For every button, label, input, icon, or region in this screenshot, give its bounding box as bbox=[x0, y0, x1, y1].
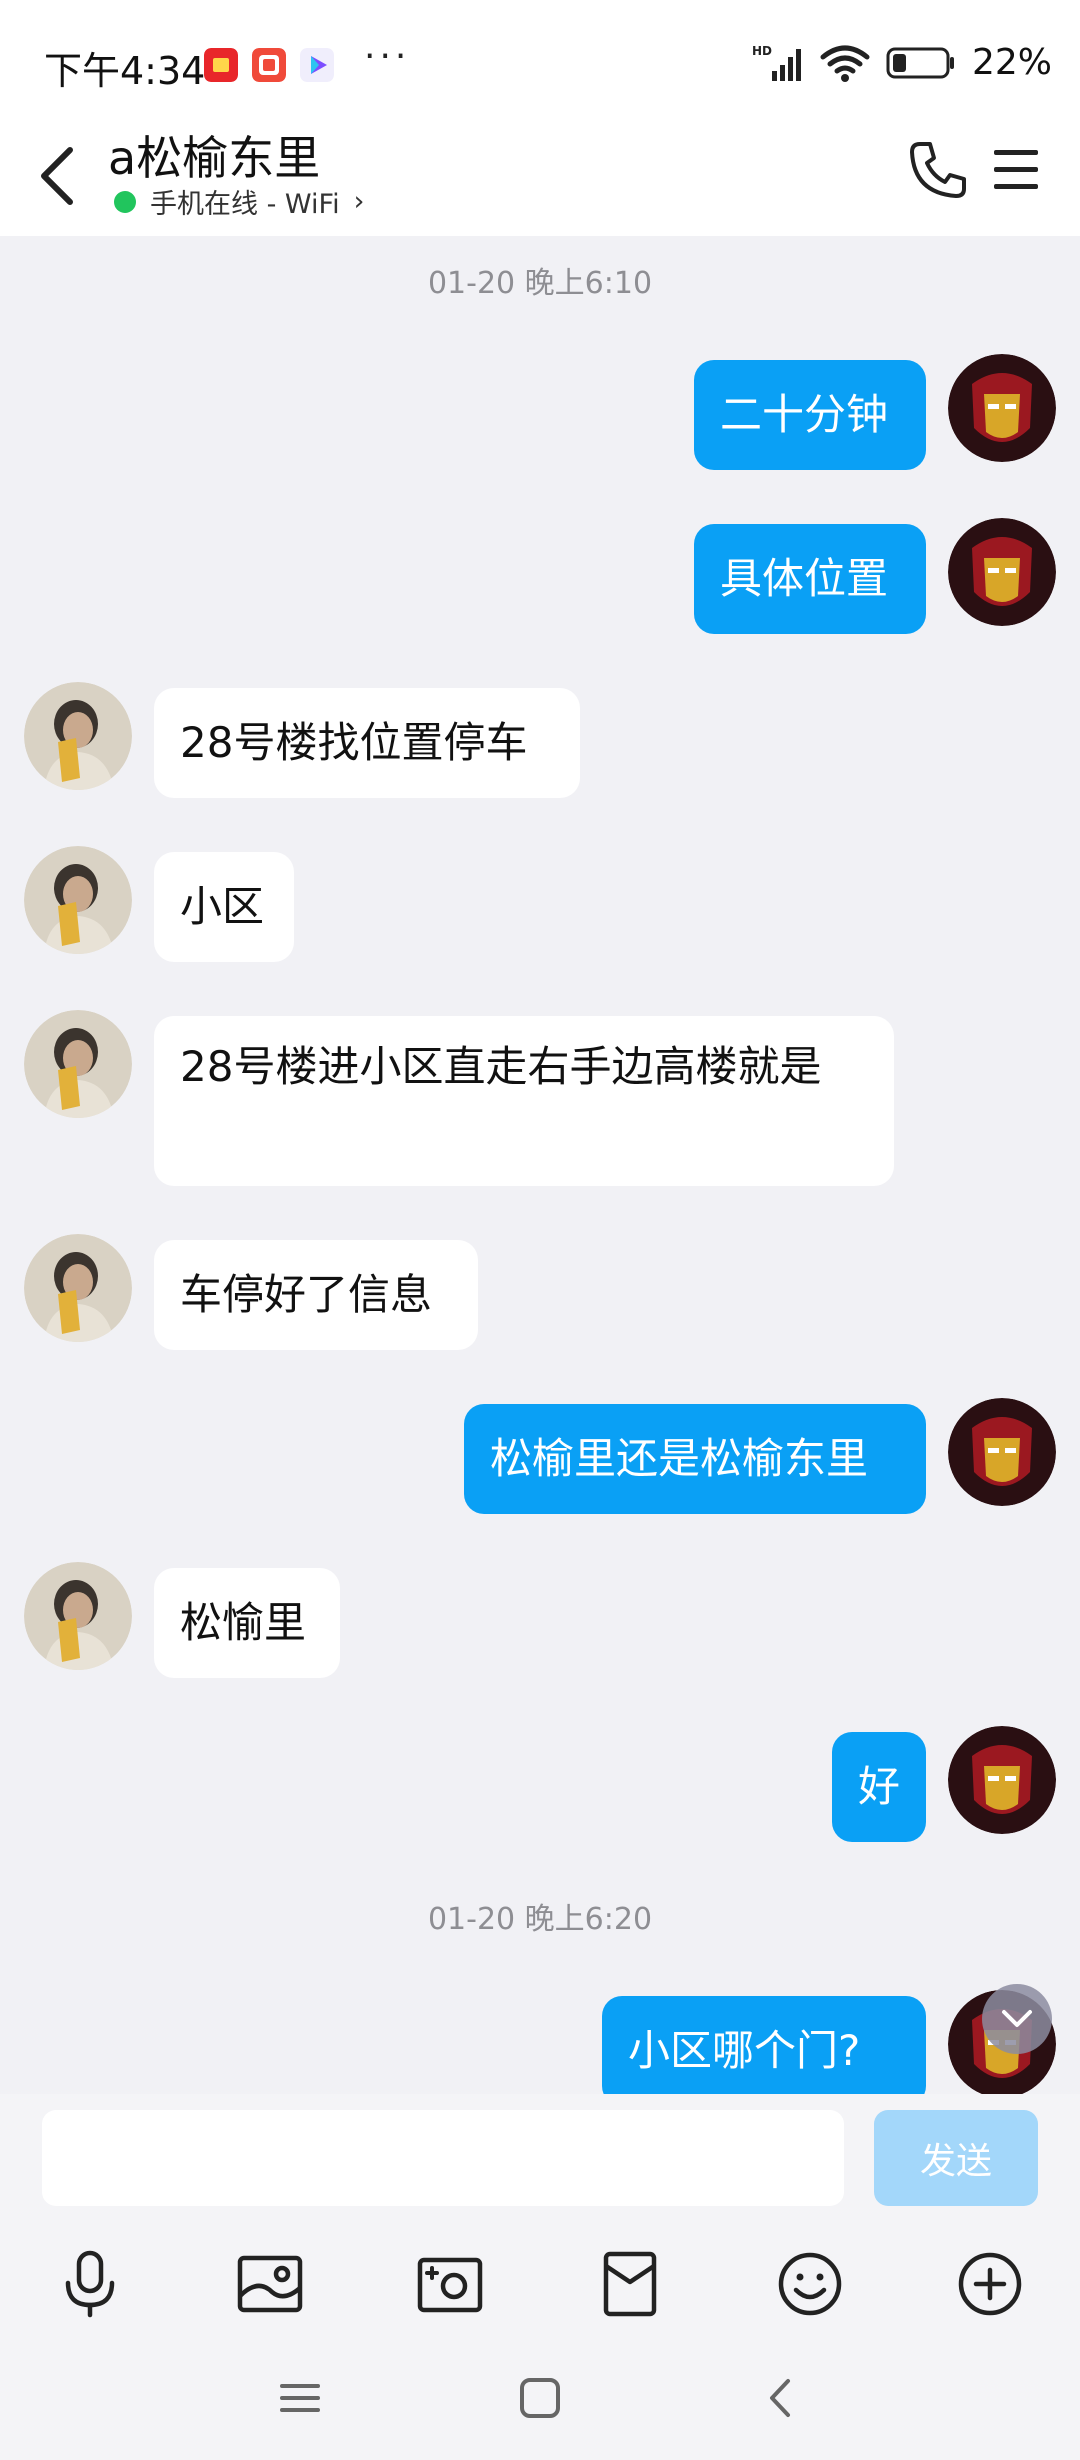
square-home-icon bbox=[520, 2378, 560, 2418]
incoming-message-bubble[interactable]: 小区 bbox=[154, 852, 294, 962]
status-time: 下午4:34 bbox=[44, 49, 206, 93]
home-button[interactable] bbox=[505, 2368, 575, 2428]
status-bar: 下午4:34 ··· HD 22% bbox=[0, 0, 1080, 118]
incoming-message-bubble[interactable]: 28号楼找位置停车 bbox=[154, 688, 580, 798]
microphone-icon bbox=[65, 2250, 115, 2318]
emoji-icon bbox=[778, 2252, 842, 2316]
outgoing-message-bubble[interactable]: 松榆里还是松榆东里 bbox=[464, 1404, 926, 1514]
person-avatar-icon bbox=[24, 1234, 132, 1342]
online-status[interactable]: 手机在线 - WiFi › bbox=[114, 182, 364, 221]
iron-man-avatar-icon bbox=[948, 1398, 1056, 1506]
video-app-icon bbox=[300, 48, 334, 82]
plus-icon bbox=[958, 2252, 1022, 2316]
emoji-button[interactable] bbox=[770, 2244, 850, 2324]
send-button[interactable]: 发送 bbox=[874, 2110, 1038, 2206]
person-avatar-icon bbox=[24, 1562, 132, 1670]
signal-icon: HD bbox=[752, 44, 801, 81]
voice-button[interactable] bbox=[50, 2244, 130, 2324]
iron-man-avatar-icon bbox=[948, 354, 1056, 462]
back-arrow-icon[interactable] bbox=[30, 136, 86, 216]
my-avatar[interactable] bbox=[948, 518, 1056, 626]
more-notifications-icon: ··· bbox=[364, 36, 411, 77]
person-avatar-icon bbox=[24, 682, 132, 790]
recent-apps-button[interactable] bbox=[265, 2368, 335, 2428]
contact-avatar[interactable] bbox=[24, 846, 132, 954]
outgoing-message-bubble[interactable]: 二十分钟 bbox=[694, 360, 926, 470]
phone-call-icon[interactable] bbox=[906, 138, 970, 202]
online-dot-icon bbox=[114, 190, 136, 213]
red-envelope-app-icon bbox=[204, 48, 238, 82]
red-packet-button[interactable] bbox=[590, 2244, 670, 2324]
contact-name[interactable]: a松榆东里 bbox=[108, 122, 320, 188]
outgoing-message-bubble[interactable]: 好 bbox=[832, 1732, 926, 1842]
camera-button[interactable] bbox=[410, 2244, 490, 2324]
my-avatar[interactable] bbox=[948, 354, 1056, 462]
photo-album-button[interactable] bbox=[230, 2244, 310, 2324]
message-composer: 发送 bbox=[0, 2094, 1080, 2338]
message-list[interactable]: 01-20 晚上6:10 二十分钟 具体位置 28号楼找位置停车 小区 28号楼… bbox=[0, 236, 1080, 2094]
message-timestamp: 01-20 晚上6:10 bbox=[427, 266, 653, 301]
scroll-to-bottom-button[interactable] bbox=[982, 1984, 1052, 2054]
message-input[interactable] bbox=[42, 2110, 844, 2206]
chevron-right-icon: › bbox=[353, 186, 365, 217]
contact-avatar[interactable] bbox=[24, 682, 132, 790]
battery-percent: 22% bbox=[971, 42, 1052, 83]
person-avatar-icon bbox=[24, 846, 132, 954]
taobao-app-icon bbox=[252, 48, 286, 82]
person-avatar-icon bbox=[24, 1010, 132, 1118]
incoming-message-bubble[interactable]: 松愉里 bbox=[154, 1568, 340, 1678]
message-timestamp: 01-20 晚上6:20 bbox=[427, 1902, 653, 1937]
red-packet-icon bbox=[603, 2251, 657, 2317]
more-functions-button[interactable] bbox=[950, 2244, 1030, 2324]
notification-icons bbox=[204, 48, 334, 82]
system-navigation-bar bbox=[0, 2338, 1080, 2460]
system-back-button[interactable] bbox=[745, 2368, 815, 2428]
outgoing-message-bubble[interactable]: 小区哪个门? bbox=[602, 1996, 926, 2094]
incoming-message-bubble[interactable]: 28号楼进小区直走右手边高楼就是 bbox=[154, 1016, 894, 1186]
battery-icon bbox=[886, 47, 954, 78]
menu-icon[interactable] bbox=[990, 142, 1042, 198]
contact-avatar[interactable] bbox=[24, 1234, 132, 1342]
status-right: HD 22% bbox=[752, 42, 1052, 83]
wifi-icon bbox=[820, 45, 870, 82]
online-status-text: 手机在线 - WiFi bbox=[150, 189, 340, 220]
incoming-message-bubble[interactable]: 车停好了信息 bbox=[154, 1240, 478, 1350]
contact-avatar[interactable] bbox=[24, 1562, 132, 1670]
chevron-down-icon bbox=[1002, 2010, 1032, 2027]
chat-header: a松榆东里 手机在线 - WiFi › bbox=[0, 118, 1080, 236]
iron-man-avatar-icon bbox=[948, 1726, 1056, 1834]
iron-man-avatar-icon bbox=[948, 518, 1056, 626]
my-avatar[interactable] bbox=[948, 1726, 1056, 1834]
menu-lines-icon bbox=[280, 2384, 320, 2412]
camera-icon bbox=[417, 2257, 483, 2313]
my-avatar[interactable] bbox=[948, 1398, 1056, 1506]
outgoing-message-bubble[interactable]: 具体位置 bbox=[694, 524, 926, 634]
back-chevron-icon bbox=[770, 2379, 790, 2417]
svg-text:HD: HD bbox=[752, 44, 772, 58]
contact-avatar[interactable] bbox=[24, 1010, 132, 1118]
image-icon bbox=[237, 2255, 303, 2313]
